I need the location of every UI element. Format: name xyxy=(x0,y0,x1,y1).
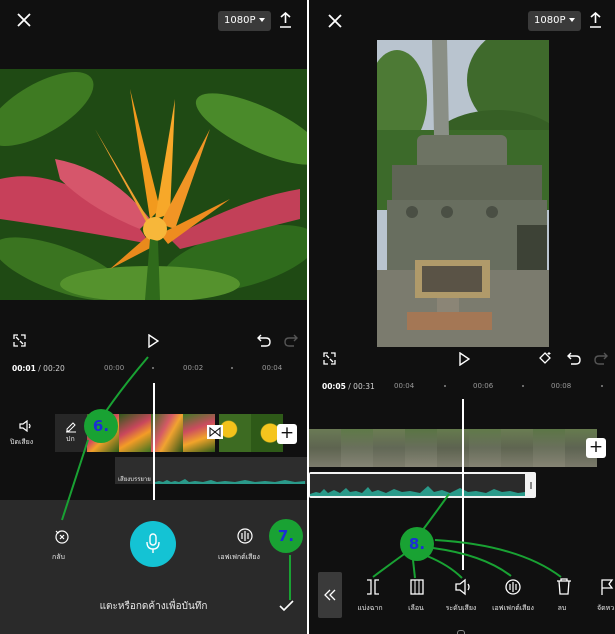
annotation-step-6: 6. xyxy=(84,409,118,443)
annotation-step-7: 7. xyxy=(269,519,303,553)
annotation-lines xyxy=(61,356,291,600)
right-editor-screen: 1080P 00:05 / 00:31 00:04 00:06 00:08 + … xyxy=(309,0,615,634)
annotation-lines xyxy=(372,493,562,579)
left-editor-screen: 1080P 00:01 / 00:20 00:00 00:02 00:04 ปิ… xyxy=(0,0,307,634)
annotation-step-8: 8. xyxy=(400,527,434,561)
